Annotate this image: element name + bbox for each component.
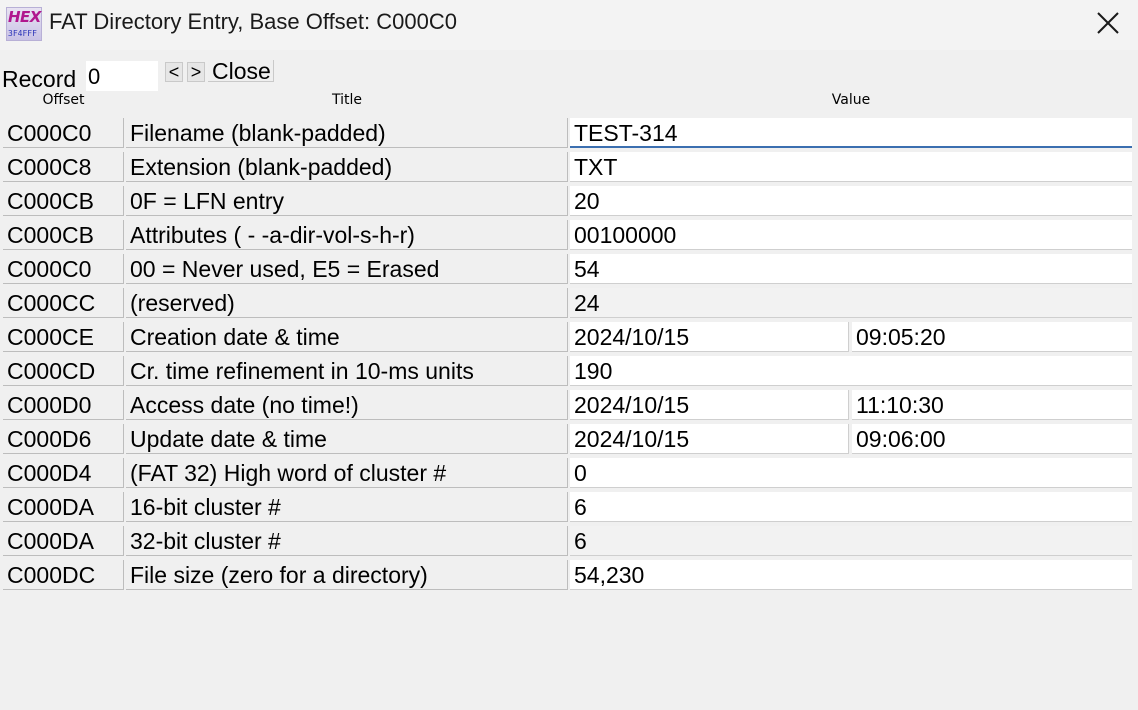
close-x-icon [1097,12,1119,34]
offset-cell: C000C8 [3,152,124,182]
offset-cell: C000DC [3,560,124,590]
window-close-button[interactable] [1086,3,1130,43]
column-header-offset[interactable]: Offset [3,92,124,110]
title-cell: 0F = LFN entry [126,186,568,216]
offset-cell: C000C0 [3,118,124,148]
offset-cell: C000D0 [3,390,124,420]
hex-app-icon: HEX 3F4FFF [6,7,42,41]
table-row: C000CE Creation date & time 2024/10/15 0… [0,320,1138,354]
date-field[interactable]: 2024/10/15 [570,424,849,454]
title-cell: 32-bit cluster # [126,526,568,556]
app-icon-text: HEX [8,8,41,26]
time-field[interactable]: 09:05:20 [852,322,1132,352]
time-field[interactable]: 11:10:30 [852,390,1132,420]
offset-cell: C000D4 [3,458,124,488]
next-record-button[interactable]: > [187,62,205,82]
table-row: C000DA 16-bit cluster # 6 [0,490,1138,524]
value-field[interactable]: 190 [570,356,1132,386]
title-cell: (reserved) [126,288,568,318]
table-row: C000D0 Access date (no time!) 2024/10/15… [0,388,1138,422]
offset-cell: C000D6 [3,424,124,454]
offset-cell: C000CD [3,356,124,386]
window-title: FAT Directory Entry, Base Offset: C000C0 [49,9,457,34]
table-row: C000C0 00 = Never used, E5 = Erased 54 [0,252,1138,286]
title-cell: (FAT 32) High word of cluster # [126,458,568,488]
time-field[interactable]: 09:06:00 [852,424,1132,454]
table-row: C000CB Attributes ( - -a-dir-vol-s-h-r) … [0,218,1138,252]
offset-cell: C000CB [3,220,124,250]
record-input[interactable] [86,61,158,91]
value-field[interactable]: 0 [570,458,1132,488]
title-cell: Access date (no time!) [126,390,568,420]
title-cell: File size (zero for a directory) [126,560,568,590]
title-cell: Update date & time [126,424,568,454]
value-field[interactable]: 54,230 [570,560,1132,590]
value-field[interactable]: 20 [570,186,1132,216]
offset-cell: C000CE [3,322,124,352]
value-field[interactable]: 54 [570,254,1132,284]
date-field[interactable]: 2024/10/15 [570,322,849,352]
offset-cell: C000DA [3,526,124,556]
title-cell: Creation date & time [126,322,568,352]
table-row: C000DC File size (zero for a directory) … [0,558,1138,592]
app-icon-subtext: 3F4FFF [8,29,37,38]
column-header-title[interactable]: Title [126,92,568,110]
offset-cell: C000C0 [3,254,124,284]
title-cell: 16-bit cluster # [126,492,568,522]
column-header-value[interactable]: Value [570,92,1132,110]
table-row: C000C8 Extension (blank-padded) TXT [0,150,1138,184]
title-cell: Extension (blank-padded) [126,152,568,182]
offset-cell: C000DA [3,492,124,522]
title-cell: Cr. time refinement in 10-ms units [126,356,568,386]
table-row: C000CC (reserved) 24 [0,286,1138,320]
value-field[interactable]: 6 [570,526,1132,556]
value-field[interactable]: 6 [570,492,1132,522]
offset-cell: C000CC [3,288,124,318]
title-cell: 00 = Never used, E5 = Erased [126,254,568,284]
title-cell: Filename (blank-padded) [126,118,568,148]
date-field[interactable]: 2024/10/15 [570,390,849,420]
value-field[interactable]: 00100000 [570,220,1132,250]
value-field[interactable]: 24 [570,288,1132,318]
offset-cell: C000CB [3,186,124,216]
value-field[interactable]: TXT [570,152,1132,182]
table-row: C000CB 0F = LFN entry 20 [0,184,1138,218]
title-bar: HEX 3F4FFF FAT Directory Entry, Base Off… [0,0,1138,50]
table-row: C000C0 Filename (blank-padded) TEST-314 [0,116,1138,150]
title-cell: Attributes ( - -a-dir-vol-s-h-r) [126,220,568,250]
table-row: C000CD Cr. time refinement in 10-ms unit… [0,354,1138,388]
table-row: C000DA 32-bit cluster # 6 [0,524,1138,558]
close-button[interactable]: Close [208,60,274,83]
record-label: Record [2,66,77,88]
table-row: C000D4 (FAT 32) High word of cluster # 0 [0,456,1138,490]
value-field[interactable]: TEST-314 [570,118,1132,148]
table-row: C000D6 Update date & time 2024/10/15 09:… [0,422,1138,456]
prev-record-button[interactable]: < [165,62,183,82]
